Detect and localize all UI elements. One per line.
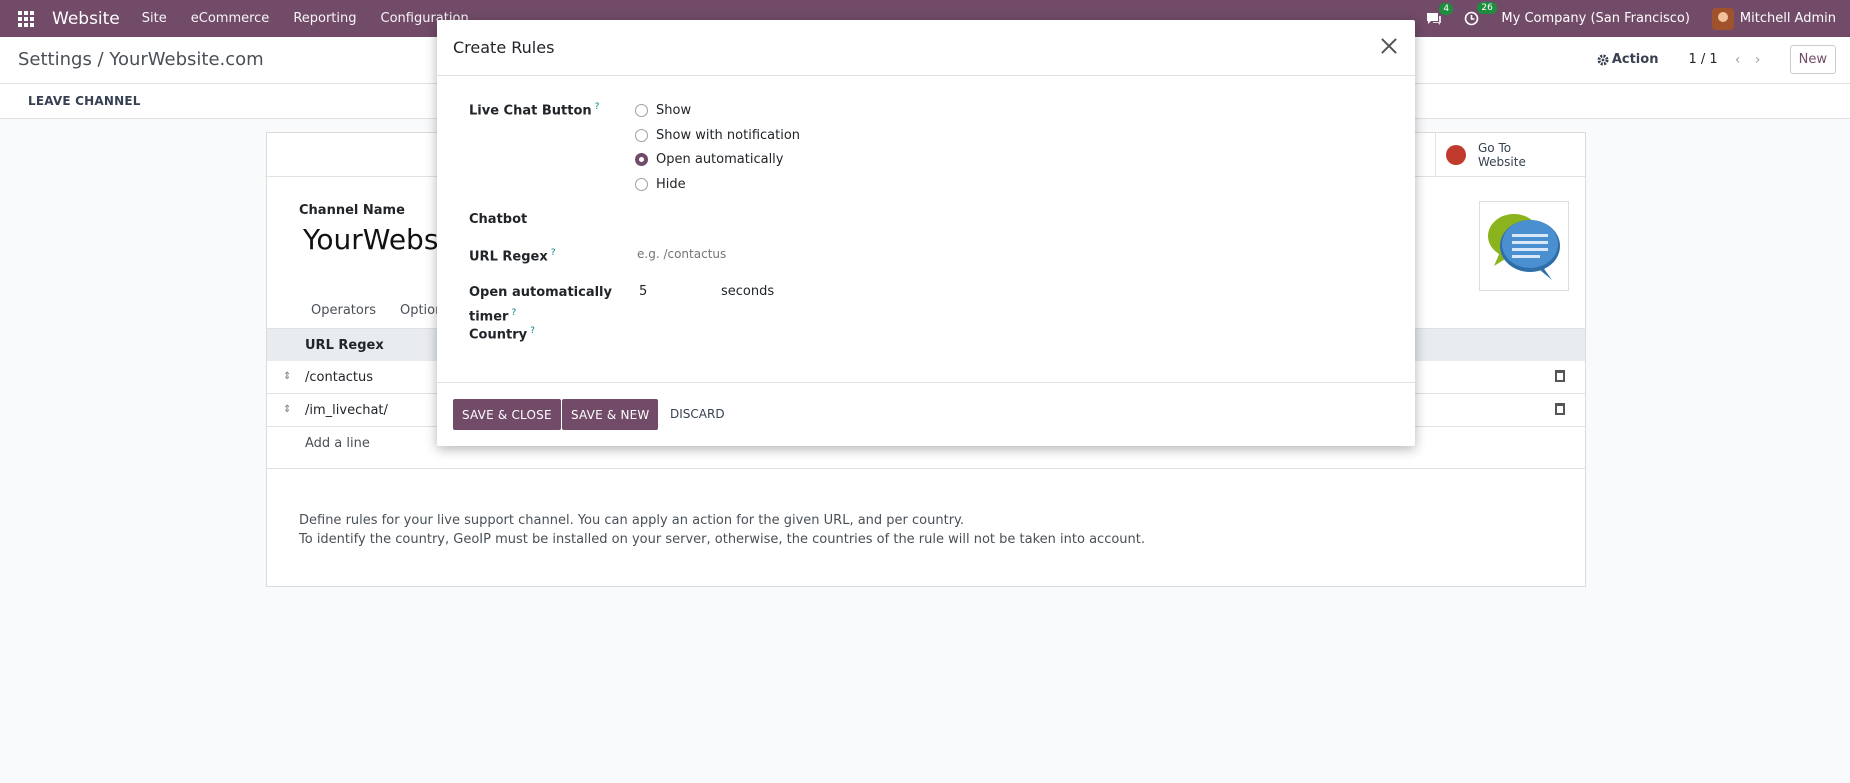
- radio-button[interactable]: [635, 178, 648, 191]
- dialog-title: Create Rules: [453, 38, 555, 57]
- radio-show-with-notification[interactable]: Show with notification: [635, 128, 800, 143]
- radio-button-checked[interactable]: [635, 153, 648, 166]
- radio-label: Show: [656, 103, 692, 118]
- help-tooltip-icon[interactable]: ?: [530, 326, 535, 336]
- radio-open-automatically[interactable]: Open automatically: [635, 152, 783, 167]
- timer-input[interactable]: 5: [639, 284, 647, 299]
- close-icon[interactable]: [1377, 34, 1401, 58]
- timer-unit-label: seconds: [721, 284, 775, 299]
- url-regex-input[interactable]: [637, 247, 937, 261]
- radio-show[interactable]: Show: [635, 103, 691, 118]
- country-label: Country?: [469, 326, 535, 343]
- create-rules-dialog: Create Rules Live Chat Button? Show Show…: [437, 20, 1415, 446]
- url-regex-label: URL Regex?: [469, 248, 556, 265]
- radio-hide[interactable]: Hide: [635, 177, 686, 192]
- radio-label: Hide: [656, 177, 686, 192]
- save-new-button[interactable]: SAVE & NEW: [562, 399, 659, 430]
- help-tooltip-icon[interactable]: ?: [551, 248, 556, 258]
- open-timer-label: Open automatically timer?: [469, 285, 612, 325]
- discard-button[interactable]: DISCARD: [670, 407, 725, 421]
- radio-button[interactable]: [635, 104, 648, 117]
- help-tooltip-icon[interactable]: ?: [511, 308, 516, 318]
- dialog-footer: SAVE & CLOSE SAVE & NEW DISCARD: [437, 382, 1415, 446]
- dialog-header: Create Rules: [437, 20, 1415, 76]
- chatbot-label: Chatbot: [469, 212, 528, 227]
- save-close-button[interactable]: SAVE & CLOSE: [453, 399, 561, 430]
- live-chat-button-label: Live Chat Button?: [469, 102, 600, 119]
- radio-label: Show with notification: [656, 128, 801, 143]
- radio-label: Open automatically: [656, 152, 784, 167]
- help-tooltip-icon[interactable]: ?: [595, 102, 600, 112]
- radio-button[interactable]: [635, 129, 648, 142]
